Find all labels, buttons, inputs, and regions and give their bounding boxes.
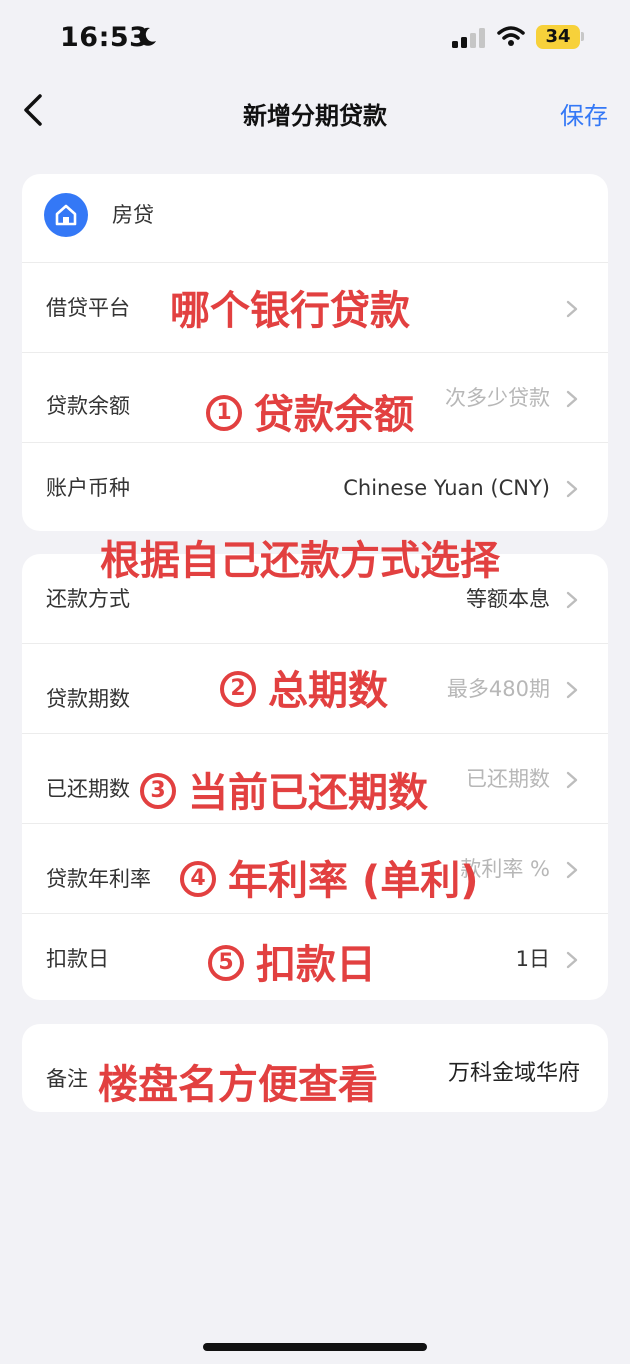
annotation-rate: 4 年利率 (单利) bbox=[180, 848, 479, 906]
note-input[interactable]: 万科金域华府 bbox=[448, 1024, 580, 1112]
currency-label: 账户币种 bbox=[46, 476, 130, 500]
paid-periods-input[interactable]: 已还期数 bbox=[466, 734, 550, 824]
annotation-text: 年利率 (单利) bbox=[228, 858, 479, 904]
chevron-right-icon bbox=[566, 861, 578, 879]
category-row[interactable]: 房贷 bbox=[22, 174, 608, 262]
chevron-right-icon bbox=[566, 951, 578, 969]
battery-indicator: 34 bbox=[536, 25, 580, 49]
signal-icon bbox=[452, 28, 485, 48]
note-label: 备注 bbox=[46, 1067, 88, 1091]
chevron-right-icon bbox=[566, 300, 578, 318]
annotation-balance: 1 贷款余额 bbox=[206, 382, 414, 440]
annotation-method: 根据自己还款方式选择 bbox=[100, 538, 500, 584]
annotation-number: 4 bbox=[180, 861, 216, 897]
annotation-text: 扣款日 bbox=[256, 942, 376, 988]
home-indicator[interactable] bbox=[203, 1343, 427, 1351]
annotation-note: 楼盘名方便查看 bbox=[98, 1062, 378, 1108]
category-label: 房贷 bbox=[112, 203, 154, 227]
balance-label: 贷款余额 bbox=[46, 394, 130, 418]
paid-periods-label: 已还期数 bbox=[46, 777, 130, 801]
annotation-text: 当前已还期数 bbox=[188, 770, 428, 816]
battery-tip bbox=[581, 32, 584, 41]
loan-periods-label: 贷款期数 bbox=[46, 687, 130, 711]
chevron-right-icon bbox=[566, 390, 578, 408]
annotation-text: 总期数 bbox=[268, 668, 388, 714]
status-bar: 16:53 34 bbox=[0, 0, 630, 74]
chevron-right-icon bbox=[566, 480, 578, 498]
debit-day-value: 1日 bbox=[515, 947, 550, 971]
moon-icon bbox=[139, 27, 156, 46]
chevron-right-icon bbox=[566, 771, 578, 789]
page-title: 新增分期贷款 bbox=[243, 102, 387, 130]
home-icon bbox=[44, 193, 88, 237]
save-button[interactable]: 保存 bbox=[560, 96, 608, 131]
loan-basic-card: 房贷 借贷平台 贷款余额 次多少贷款 账户币种 Chinese Yuan (CN… bbox=[22, 174, 608, 531]
currency-row[interactable]: 账户币种 Chinese Yuan (CNY) bbox=[22, 442, 608, 531]
nav-bar: 新增分期贷款 保存 bbox=[0, 78, 630, 142]
annotation-periods: 2 总期数 bbox=[220, 658, 388, 716]
wifi-icon bbox=[497, 26, 525, 46]
battery-level: 34 bbox=[545, 26, 571, 47]
annotation-day: 5 扣款日 bbox=[208, 932, 376, 990]
annotation-platform: 哪个银行贷款 bbox=[170, 288, 410, 334]
annotation-number: 3 bbox=[140, 773, 176, 809]
annotation-text: 贷款余额 bbox=[254, 392, 414, 438]
annotation-paid: 3 当前已还期数 bbox=[140, 760, 428, 818]
interest-rate-label: 贷款年利率 bbox=[46, 867, 151, 891]
chevron-right-icon bbox=[566, 591, 578, 609]
platform-label: 借贷平台 bbox=[46, 296, 130, 320]
currency-value: Chinese Yuan (CNY) bbox=[343, 476, 550, 500]
annotation-number: 5 bbox=[208, 945, 244, 981]
annotation-number: 1 bbox=[206, 395, 242, 431]
debit-day-label: 扣款日 bbox=[46, 947, 109, 971]
annotation-number: 2 bbox=[220, 671, 256, 707]
balance-input[interactable]: 次多少贷款 bbox=[445, 353, 550, 443]
loan-periods-input[interactable]: 最多480期 bbox=[447, 644, 550, 734]
chevron-right-icon bbox=[566, 681, 578, 699]
